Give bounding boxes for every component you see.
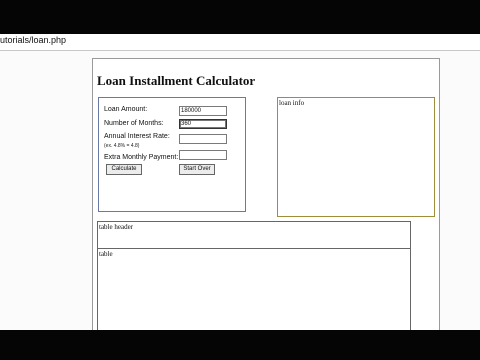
rate-input[interactable] [179,134,227,144]
calculate-button[interactable]: Calculate [106,164,142,175]
extra-payment-label: Extra Monthly Payment: [104,154,179,161]
extra-payment-input[interactable] [179,150,227,160]
page-title: Loan Installment Calculator [97,73,256,88]
rate-hint: (ex. 4.8% = 4.8) [104,143,140,149]
loan-amount-label: Loan Amount: [104,106,148,113]
loan-info-panel: loan info [277,97,435,217]
url-text[interactable]: utorials/loan.php [0,35,66,45]
rate-label: Annual Interest Rate: [104,133,170,140]
calculator-page: Loan Installment Calculator Loan Amount:… [92,58,440,340]
months-input[interactable]: 360 [179,119,227,129]
window-bottom-bar [0,330,480,360]
window-top-bar [0,0,480,34]
table-header-panel: table header [97,221,411,250]
table-panel: table [97,248,411,339]
address-bar[interactable]: utorials/loan.php [0,34,480,51]
months-label: Number of Months: [104,120,164,127]
table-header-label: table header [99,223,134,231]
loan-amount-input[interactable]: 180000 [179,106,227,116]
start-over-button[interactable]: Start Over [179,164,215,175]
loan-form: Loan Amount: 180000 Number of Months: 36… [98,97,246,212]
loan-info-label: loan info [279,99,305,107]
table-label: table [99,250,113,258]
